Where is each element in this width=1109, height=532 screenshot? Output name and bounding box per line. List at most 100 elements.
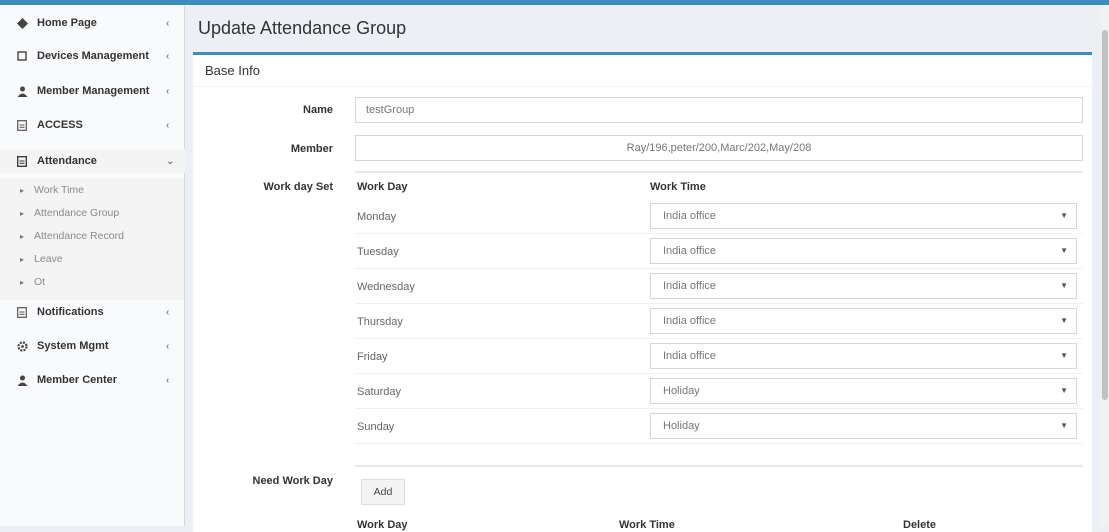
sidebar-item-notifications[interactable]: Notifications ‹ xyxy=(0,300,185,324)
caret-right-icon: ▸ xyxy=(20,208,25,218)
sidebar: Home Page ‹ Devices Management ‹ Member … xyxy=(0,5,185,526)
page-title: Update Attendance Group xyxy=(198,18,407,38)
sidebar-item-member-management[interactable]: Member Management ‹ xyxy=(0,79,185,103)
select-value: India office xyxy=(663,280,717,292)
select-value: Holiday xyxy=(663,420,700,432)
need-column-header-delete: Delete xyxy=(903,519,937,531)
member-label: Member xyxy=(290,143,333,155)
work-time-select-sunday[interactable]: Holiday ▼ xyxy=(650,413,1077,439)
sidebar-item-system-mgmt[interactable]: System Mgmt ‹ xyxy=(0,334,185,358)
dropdown-arrow-icon: ▼ xyxy=(1060,386,1068,395)
chevron-down-icon: ⌄ xyxy=(166,155,175,167)
work-time-select-thursday[interactable]: India office ▼ xyxy=(650,308,1077,334)
dropdown-arrow-icon: ▼ xyxy=(1060,246,1068,255)
row-divider xyxy=(355,373,1083,374)
work-time-select-tuesday[interactable]: India office ▼ xyxy=(650,238,1077,264)
need-column-header-work-day: Work Day xyxy=(357,519,408,531)
work-day-set-label: Work day Set xyxy=(263,181,334,193)
work-time-select-wednesday[interactable]: India office ▼ xyxy=(650,273,1077,299)
caret-right-icon: ▸ xyxy=(20,185,25,195)
column-header-work-day: Work Day xyxy=(357,181,408,193)
day-label-sunday: Sunday xyxy=(357,421,395,433)
work-time-select-friday[interactable]: India office ▼ xyxy=(650,343,1077,369)
sidebar-item-label: Member Center xyxy=(37,374,118,386)
name-input[interactable]: testGroup xyxy=(355,97,1083,123)
dashboard-icon xyxy=(16,17,28,29)
select-value: Holiday xyxy=(663,385,700,397)
caret-right-icon: ▸ xyxy=(20,277,25,287)
user-icon xyxy=(16,85,28,97)
submenu-item-attendance-record[interactable]: ▸ Attendance Record xyxy=(0,225,185,247)
box-divider xyxy=(193,86,1092,87)
submenu-item-label: Work Time xyxy=(34,184,84,196)
submenu-item-label: Ot xyxy=(34,276,46,288)
work-time-select-saturday[interactable]: Holiday ▼ xyxy=(650,378,1077,404)
row-divider xyxy=(355,233,1083,234)
select-value: India office xyxy=(663,315,717,327)
day-label-wednesday: Wednesday xyxy=(357,281,415,293)
day-label-friday: Friday xyxy=(357,351,388,363)
row-divider xyxy=(355,338,1083,339)
scrollbar-thumb[interactable] xyxy=(1102,30,1108,400)
select-value: India office xyxy=(663,210,717,222)
caret-right-icon: ▸ xyxy=(20,254,25,264)
work-time-select-monday[interactable]: India office ▼ xyxy=(650,203,1077,229)
submenu-item-label: Attendance Group xyxy=(34,207,120,219)
column-header-work-time: Work Time xyxy=(650,181,706,193)
day-label-tuesday: Tuesday xyxy=(357,246,399,258)
chevron-left-icon: ‹ xyxy=(166,50,170,62)
square-icon xyxy=(16,50,28,62)
need-work-day-top-border xyxy=(355,465,1083,467)
sidebar-item-label: Attendance xyxy=(37,155,97,167)
name-label: Name xyxy=(303,104,333,116)
sidebar-item-member-center[interactable]: Member Center ‹ xyxy=(0,368,185,392)
dropdown-arrow-icon: ▼ xyxy=(1060,281,1068,290)
file-icon xyxy=(16,155,28,167)
submenu-item-ot[interactable]: ▸ Ot xyxy=(0,271,185,293)
chevron-left-icon: ‹ xyxy=(166,374,170,386)
caret-right-icon: ▸ xyxy=(20,231,25,241)
sidebar-item-label: ACCESS xyxy=(37,119,83,131)
box-title: Base Info xyxy=(205,63,260,78)
row-divider xyxy=(355,408,1083,409)
need-column-header-work-time: Work Time xyxy=(619,519,675,531)
submenu-item-attendance-group[interactable]: ▸ Attendance Group xyxy=(0,202,185,224)
sidebar-item-attendance[interactable]: Attendance ⌄ xyxy=(0,149,185,173)
submenu-item-work-time[interactable]: ▸ Work Time xyxy=(0,179,185,201)
sidebar-item-label: Devices Management xyxy=(37,50,149,62)
sidebar-item-label: Notifications xyxy=(37,306,104,318)
file-icon xyxy=(16,119,28,131)
member-input[interactable]: Ray/196,peter/200,Marc/202,May/208 xyxy=(355,135,1083,161)
chevron-left-icon: ‹ xyxy=(166,340,170,352)
sidebar-item-label: Home Page xyxy=(37,17,97,29)
dropdown-arrow-icon: ▼ xyxy=(1060,316,1068,325)
submenu-item-label: Attendance Record xyxy=(34,230,124,242)
row-divider xyxy=(355,443,1083,444)
sidebar-item-label: System Mgmt xyxy=(37,340,109,352)
chevron-left-icon: ‹ xyxy=(166,119,170,131)
table-top-border xyxy=(355,171,1083,173)
sidebar-item-access[interactable]: ACCESS ‹ xyxy=(0,113,185,137)
sidebar-item-home[interactable]: Home Page ‹ xyxy=(0,11,185,35)
day-label-thursday: Thursday xyxy=(357,316,403,328)
row-divider xyxy=(355,303,1083,304)
row-divider xyxy=(355,268,1083,269)
file-icon xyxy=(16,306,28,318)
dropdown-arrow-icon: ▼ xyxy=(1060,211,1068,220)
user-icon xyxy=(16,374,28,386)
chevron-left-icon: ‹ xyxy=(166,17,170,29)
day-label-saturday: Saturday xyxy=(357,386,402,398)
need-work-day-label: Need Work Day xyxy=(252,475,334,487)
chevron-left-icon: ‹ xyxy=(166,85,170,97)
select-value: India office xyxy=(663,350,717,362)
base-info-box: Base Info Name testGroup Member Ray/196,… xyxy=(193,52,1092,532)
submenu-item-leave[interactable]: ▸ Leave xyxy=(0,248,185,270)
dropdown-arrow-icon: ▼ xyxy=(1060,421,1068,430)
select-value: India office xyxy=(663,245,717,257)
submenu-item-label: Leave xyxy=(34,253,63,265)
gear-icon xyxy=(16,340,28,352)
add-button[interactable]: Add xyxy=(361,479,405,505)
dropdown-arrow-icon: ▼ xyxy=(1060,351,1068,360)
chevron-left-icon: ‹ xyxy=(166,306,170,318)
sidebar-item-devices[interactable]: Devices Management ‹ xyxy=(0,44,185,68)
